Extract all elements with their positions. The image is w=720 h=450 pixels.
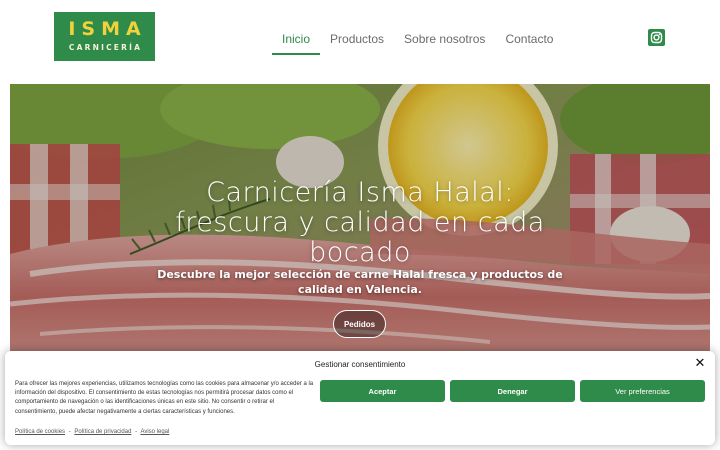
hero-title: Carnicería Isma Halal: frescura y calida…: [10, 178, 710, 268]
hero-banner: Carnicería Isma Halal: frescura y calida…: [10, 84, 710, 359]
legal-notice-link[interactable]: Aviso legal: [140, 429, 169, 435]
view-preferences-button[interactable]: Ver preferencias: [580, 380, 705, 402]
privacy-policy-link[interactable]: Política de privacidad: [74, 429, 131, 435]
hero-title-line-1: Carnicería Isma Halal:: [206, 177, 514, 208]
main-nav: Inicio Productos Sobre nosotros Contacto: [272, 30, 563, 55]
logo-sub-text: CARNICERÍA: [68, 43, 143, 52]
consent-title: Gestionar consentimiento: [314, 360, 406, 369]
consent-links: Política de cookies - Política de privac…: [15, 429, 169, 435]
nav-item-contacto[interactable]: Contacto: [495, 30, 563, 55]
nav-item-productos[interactable]: Productos: [320, 30, 394, 55]
hero-title-line-2: frescura y calidad en cada: [175, 207, 545, 238]
accept-button[interactable]: Aceptar: [320, 380, 445, 402]
nav-item-inicio[interactable]: Inicio: [272, 30, 321, 55]
link-separator: -: [135, 429, 138, 435]
hero-subtitle: Descubre la mejor selección de carne Hal…: [157, 268, 563, 296]
logo-main-text: ISMA: [68, 18, 147, 40]
logo[interactable]: ISMA CARNICERÍA: [54, 12, 155, 61]
pedidos-button[interactable]: Pedidos: [333, 310, 386, 338]
instagram-icon[interactable]: [648, 29, 665, 46]
nav-item-sobre-nosotros[interactable]: Sobre nosotros: [394, 30, 495, 55]
page: ISMA CARNICERÍA Inicio Productos Sobre n…: [0, 0, 720, 450]
consent-description: Para ofrecer las mejores experiencias, u…: [15, 381, 314, 415]
close-icon[interactable]: ✕: [693, 357, 707, 371]
cookie-policy-link[interactable]: Política de cookies: [15, 429, 65, 435]
cookie-consent-banner: Gestionar consentimiento ✕ Para ofrecer …: [5, 351, 715, 445]
deny-button[interactable]: Denegar: [450, 380, 575, 402]
site-header: ISMA CARNICERÍA Inicio Productos Sobre n…: [0, 0, 720, 78]
hero-title-line-3: bocado: [309, 237, 411, 268]
link-separator: -: [68, 429, 71, 435]
